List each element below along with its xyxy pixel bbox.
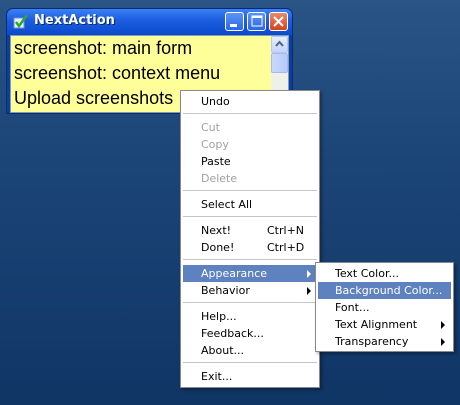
menu-item-paste[interactable]: Paste [183,153,317,170]
menu-item-font[interactable]: Font... [318,299,451,316]
menu-item-label: Undo [201,95,230,108]
chevron-up-icon [275,40,284,47]
submenu-arrow-icon [441,321,445,329]
menu-item-label: Feedback... [201,327,264,340]
menu-item-label: Text Color... [335,267,399,280]
close-icon [273,16,284,27]
submenu-arrow-icon [307,287,311,295]
menu-item-label: Cut [201,121,220,134]
menu-separator [183,216,317,218]
menu-separator [183,362,317,364]
menu-separator [183,302,317,304]
menu-item-label: Exit... [201,370,233,383]
menu-item-label: Copy [201,138,229,151]
menu-separator [183,190,317,192]
menu-item-next[interactable]: Next! Ctrl+N [183,222,317,239]
menu-item-label: Help... [201,310,237,323]
minimize-icon [230,24,237,27]
menu-item-shortcut: Ctrl+N [267,224,305,237]
task-item[interactable]: Upload screenshots [14,88,173,109]
menu-item-label: Delete [201,172,238,185]
menu-item-label: Transparency [335,335,409,348]
scroll-up-button[interactable] [271,36,288,53]
menu-item-exit[interactable]: Exit... [183,368,317,385]
menu-item-help[interactable]: Help... [183,308,317,325]
context-menu: Undo Cut Copy Paste Delete Select All Ne… [180,90,320,388]
menu-item-transparency[interactable]: Transparency [318,333,451,350]
menu-item-label: Behavior [201,284,250,297]
menu-item-cut[interactable]: Cut [183,119,317,136]
menu-item-undo[interactable]: Undo [183,93,317,110]
menu-item-text-color[interactable]: Text Color... [318,265,451,282]
menu-item-feedback[interactable]: Feedback... [183,325,317,342]
menu-item-appearance[interactable]: Appearance [183,265,317,282]
checkmark-icon [13,14,29,29]
menu-item-label: Done! [201,241,235,254]
menu-item-label: Next! [201,224,232,237]
menu-item-label: Appearance [201,267,268,280]
window-title: NextAction [34,13,115,28]
menu-item-copy[interactable]: Copy [183,136,317,153]
appearance-submenu: Text Color... Background Color... Font..… [315,262,454,352]
task-item[interactable]: screenshot: main form [14,38,192,59]
task-item[interactable]: screenshot: context menu [14,63,220,84]
menu-item-label: Select All [201,198,253,211]
title-bar[interactable]: NextAction [7,9,292,35]
scroll-thumb[interactable] [271,53,288,73]
menu-item-done[interactable]: Done! Ctrl+D [183,239,317,256]
maximize-icon [251,15,263,27]
menu-item-label: Font... [335,301,370,314]
menu-item-behavior[interactable]: Behavior [183,282,317,299]
menu-item-background-color[interactable]: Background Color... [318,282,451,299]
close-button[interactable] [269,12,288,31]
menu-item-text-alignment[interactable]: Text Alignment [318,316,451,333]
menu-item-label: About... [201,344,245,357]
menu-item-label: Background Color... [335,284,443,297]
submenu-arrow-icon [441,338,445,346]
menu-separator [183,259,317,261]
submenu-arrow-icon [307,270,311,278]
menu-separator [183,113,317,115]
menu-item-delete[interactable]: Delete [183,170,317,187]
menu-item-label: Text Alignment [335,318,418,331]
menu-item-about[interactable]: About... [183,342,317,359]
menu-item-shortcut: Ctrl+D [267,241,305,254]
menu-item-select-all[interactable]: Select All [183,196,317,213]
menu-item-label: Paste [201,155,231,168]
maximize-button[interactable] [247,12,266,31]
minimize-button[interactable] [225,12,244,31]
